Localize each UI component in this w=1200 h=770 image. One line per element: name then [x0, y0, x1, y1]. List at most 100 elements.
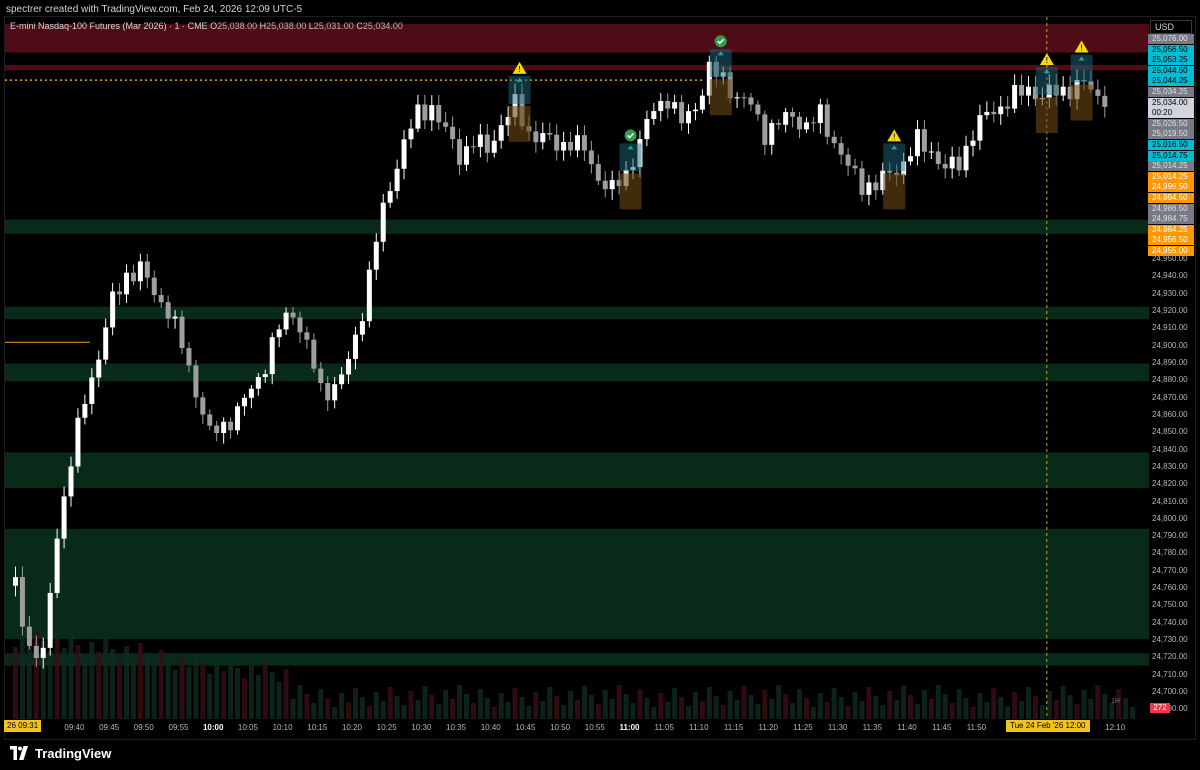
candle-body [991, 111, 997, 115]
volume-bar [394, 696, 400, 719]
volume-bar [387, 687, 393, 719]
volume-bar [110, 649, 116, 719]
candle-body [75, 417, 81, 467]
price-tick: 24,740.00 [1152, 617, 1188, 627]
volume-bar [720, 705, 726, 719]
candle-body [304, 332, 310, 340]
candle-body [588, 150, 594, 165]
warning-icon-glyph: ! [893, 132, 896, 141]
price-tick: 24,810.00 [1152, 496, 1188, 506]
volume-bar [803, 698, 809, 719]
price-tick: 24,800.00 [1152, 513, 1188, 523]
candle-body [470, 146, 476, 148]
chart-caption: spectrer created with TradingView.com, F… [6, 4, 303, 15]
volume-bar [713, 696, 719, 719]
candle-body [248, 388, 254, 398]
volume-bar [991, 688, 997, 719]
price-tick: 24,880.00 [1152, 375, 1188, 385]
candle-body [262, 374, 268, 377]
candle-body [325, 383, 331, 401]
volume-bar [1053, 700, 1059, 719]
candle-body [873, 182, 879, 191]
volume-bar [96, 652, 102, 719]
candle-body [144, 261, 150, 278]
volume-bar [575, 700, 580, 719]
volume-bar [866, 687, 872, 719]
candle-body [207, 414, 213, 426]
candle-body [429, 105, 435, 121]
volume-bar [221, 671, 227, 719]
volume-bar [325, 698, 331, 719]
time-tick: 11:25 [793, 723, 813, 732]
time-tick: 10:00 [202, 723, 224, 732]
candle-body [970, 140, 976, 146]
volume-bar [26, 644, 32, 719]
volume-bar [207, 674, 213, 719]
price-tag-orange: 25,014.25 [1148, 171, 1194, 182]
volume-bar [82, 655, 88, 719]
brand-name: TradingView [35, 745, 112, 761]
volume-bar [304, 694, 310, 719]
price-tag-orange: 24,996.50 [1148, 182, 1194, 193]
volume-bar [963, 698, 969, 719]
candle-body [1060, 86, 1066, 96]
currency-button[interactable]: USD [1150, 20, 1192, 34]
price-tick: 24,840.00 [1152, 444, 1188, 454]
candle-body [96, 359, 102, 378]
candle-body [387, 191, 393, 203]
time-tick: 09:40 [64, 723, 85, 732]
price-tick: 24,750.00 [1152, 600, 1188, 610]
volume-bar [769, 699, 775, 719]
candle-body [1025, 86, 1031, 96]
volume-bar [484, 698, 490, 719]
price-tag-cyan: 25,044.25 [1148, 76, 1194, 87]
price-tick: 24,890.00 [1152, 358, 1188, 367]
volume-bar [283, 669, 289, 719]
signal-box-orange [709, 79, 732, 116]
volume-bar [443, 690, 449, 719]
tradingview-brand[interactable]: TradingView [8, 744, 111, 762]
price-tag-orange: 24,955.00 [1148, 246, 1194, 256]
candle-body [609, 179, 615, 190]
candle-body [533, 131, 539, 143]
demand-zone-2 [5, 219, 1149, 234]
candle-body [346, 358, 352, 375]
price-chart[interactable]: !!!! [5, 17, 1149, 719]
volume-tag: 272 [1150, 703, 1170, 713]
candle-body [450, 126, 456, 140]
time-tick: 10:20 [341, 723, 362, 732]
signal-box-orange [508, 105, 531, 142]
volume-bar [1067, 695, 1073, 719]
candle-body [679, 102, 685, 124]
volume-bar [790, 703, 796, 719]
demand-zone-6 [5, 528, 1149, 640]
candle-body [124, 272, 130, 295]
volume-bar [637, 689, 643, 719]
volume-bar [269, 672, 275, 719]
signal-box-orange [1035, 96, 1058, 133]
candle-body [651, 111, 657, 120]
volume-bar [235, 668, 241, 719]
time-tick: 11:50 [966, 723, 987, 732]
candle-body [408, 128, 414, 140]
price-axis[interactable]: 24,960.0024,950.0024,940.0024,930.0024,9… [1148, 34, 1196, 718]
volume-bar [290, 699, 296, 719]
candle-body [130, 272, 136, 282]
volume-bar [852, 692, 858, 719]
volume-bar [401, 705, 407, 719]
time-axis[interactable]: 09:40 09:45 09:50 09:55 10:00 10:05 10:10 10:15… [4, 718, 1148, 734]
warning-icon-glyph: ! [1045, 56, 1048, 65]
candle-body [318, 368, 324, 384]
candle-body [1095, 89, 1101, 96]
volume-bar [359, 697, 365, 719]
candle-body [33, 645, 39, 658]
volume-bar [824, 702, 830, 719]
symbol-legend[interactable]: E-mini Nasdaq-100 Futures (Mar 2026) · 1… [10, 21, 403, 31]
time-tick: 11:30 [827, 723, 848, 732]
volume-bar [450, 699, 456, 719]
price-tag-gray: 25,014.25 [1148, 161, 1194, 172]
chart-area[interactable]: !!!! [4, 16, 1196, 740]
candle-body [1012, 84, 1018, 109]
volume-bar [873, 696, 879, 719]
volume-bar [193, 654, 199, 719]
